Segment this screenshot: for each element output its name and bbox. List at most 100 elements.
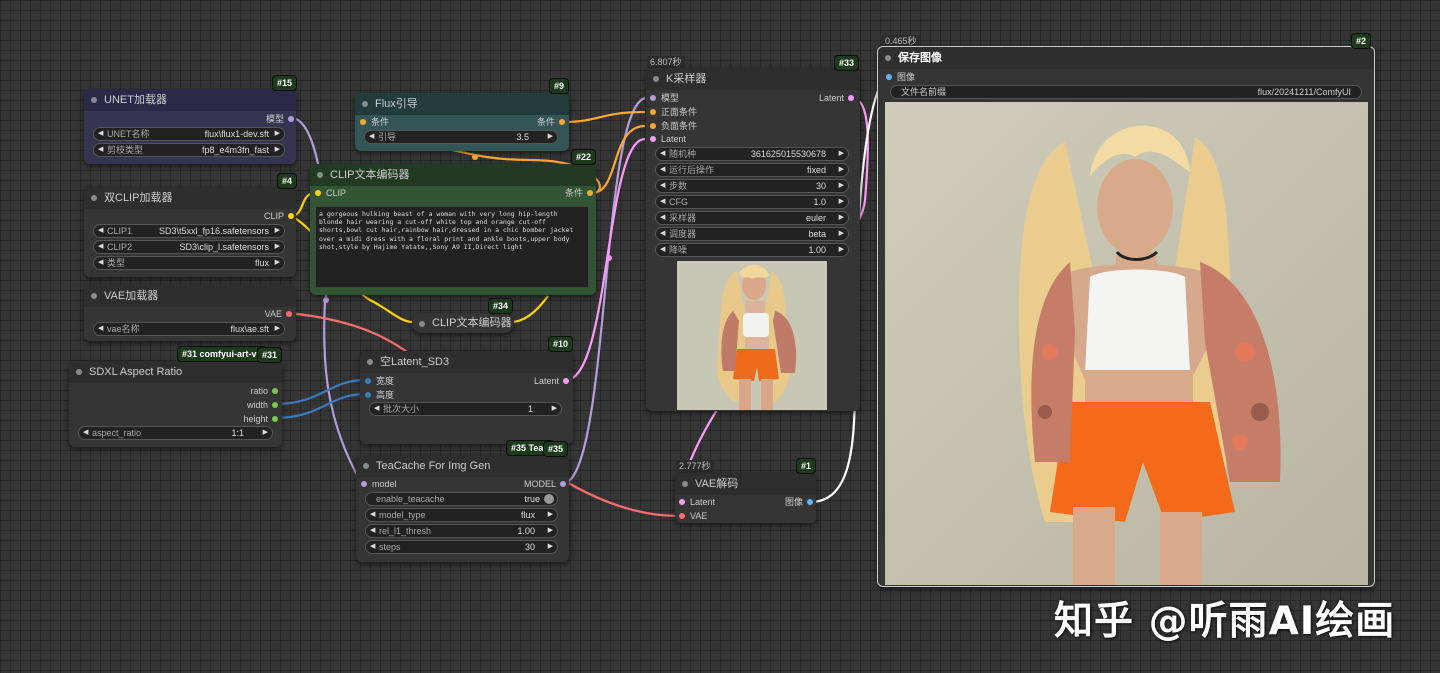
widget-unet-name[interactable]: ◀ UNET名称 flux\flux1-dev.sft ▶ (93, 127, 285, 141)
arrow-right-icon[interactable]: ▶ (275, 128, 280, 140)
widget-model-type[interactable]: ◀ model_type flux ▶ (365, 508, 558, 522)
node-unet-loader[interactable]: UNET加载器 模型 ◀ UNET名称 flux\flux1-dev.sft ▶ ◀ 剪… (84, 89, 296, 164)
port-dot[interactable] (650, 123, 656, 129)
arrow-left-icon[interactable]: ◀ (660, 228, 665, 240)
node-title[interactable]: VAE加载器 (84, 285, 296, 307)
widget-sampler[interactable]: ◀ 采样器 euler ▶ (655, 211, 849, 225)
output-ratio[interactable]: ratio (250, 384, 278, 398)
port-dot[interactable] (559, 119, 565, 125)
port-dot[interactable] (563, 378, 569, 384)
node-title[interactable]: CLIP文本编码器 (310, 164, 596, 186)
port-dot[interactable] (886, 74, 892, 80)
node-title[interactable]: 保存图像 (878, 47, 1374, 69)
input-latent[interactable]: Latent (676, 495, 715, 509)
arrow-right-icon[interactable]: ▶ (275, 323, 280, 335)
port-dot[interactable] (587, 190, 593, 196)
output-conditioning[interactable]: 条件 (537, 115, 565, 129)
node-title[interactable]: 双CLIP加载器 (84, 187, 296, 209)
output-width[interactable]: width (247, 398, 278, 412)
output-image[interactable]: 图像 (785, 495, 813, 509)
widget-cfg[interactable]: ◀ CFG 1.0 ▶ (655, 195, 849, 209)
arrow-right-icon[interactable]: ▶ (548, 131, 553, 143)
node-vae-loader[interactable]: VAE加载器 VAE ◀ vae名称 flux\ae.sft ▶ (84, 285, 296, 341)
input-negative[interactable]: 负面条件 (647, 119, 697, 133)
arrow-left-icon[interactable]: ◀ (98, 257, 103, 269)
arrow-left-icon[interactable]: ◀ (98, 144, 103, 156)
widget-clip2[interactable]: ◀ CLIP2 SD3\clip_l.safetensors ▶ (93, 240, 285, 254)
arrow-right-icon[interactable]: ▶ (552, 403, 557, 415)
widget-guidance[interactable]: ◀ 引导 3.5 ▶ (364, 130, 558, 144)
widget-control-after-generate[interactable]: ◀ 运行后操作 fixed ▶ (655, 163, 849, 177)
input-clip[interactable]: CLIP (312, 186, 346, 200)
output-model[interactable]: 模型 (266, 112, 294, 126)
input-model[interactable]: model (358, 477, 397, 491)
port-dot[interactable] (272, 416, 278, 422)
output-clip[interactable]: CLIP (264, 209, 294, 223)
arrow-left-icon[interactable]: ◀ (369, 131, 374, 143)
input-latent[interactable]: Latent (647, 132, 686, 146)
widget-seed[interactable]: ◀ 随机种 361625015530678 ▶ (655, 147, 849, 161)
port-dot[interactable] (272, 388, 278, 394)
input-conditioning[interactable]: 条件 (357, 115, 389, 129)
output-vae[interactable]: VAE (265, 307, 292, 321)
port-dot[interactable] (365, 392, 371, 398)
arrow-left-icon[interactable]: ◀ (660, 180, 665, 192)
arrow-left-icon[interactable]: ◀ (370, 509, 375, 521)
port-dot[interactable] (365, 378, 371, 384)
toggle-enable-teacache[interactable]: enable_teacache true (365, 492, 558, 506)
arrow-right-icon[interactable]: ▶ (839, 244, 844, 256)
output-image[interactable] (885, 102, 1368, 585)
arrow-left-icon[interactable]: ◀ (660, 196, 665, 208)
widget-steps[interactable]: ◀ 步数 30 ▶ (655, 179, 849, 193)
widget-denoise[interactable]: ◀ 降噪 1.00 ▶ (655, 243, 849, 257)
node-title[interactable]: SDXL Aspect Ratio (69, 361, 282, 383)
node-dual-clip-loader[interactable]: 双CLIP加载器 CLIP ◀ CLIP1 SD3\t5xxl_fp16.safet… (84, 187, 296, 277)
arrow-right-icon[interactable]: ▶ (839, 180, 844, 192)
input-positive[interactable]: 正面条件 (647, 105, 697, 119)
toggle-knob-icon[interactable] (544, 494, 554, 504)
input-image[interactable]: 图像 (883, 70, 915, 84)
port-dot[interactable] (848, 95, 854, 101)
output-latent[interactable]: Latent (819, 91, 854, 105)
arrow-left-icon[interactable]: ◀ (98, 241, 103, 253)
arrow-right-icon[interactable]: ▶ (275, 225, 280, 237)
arrow-left-icon[interactable]: ◀ (374, 403, 379, 415)
widget-steps[interactable]: ◀ steps 30 ▶ (365, 540, 558, 554)
port-dot[interactable] (650, 95, 656, 101)
node-vae-decode[interactable]: VAE解码 Latent VAE 图像 (675, 473, 816, 523)
port-dot[interactable] (288, 116, 294, 122)
arrow-right-icon[interactable]: ▶ (275, 144, 280, 156)
arrow-left-icon[interactable]: ◀ (98, 323, 103, 335)
node-title[interactable]: 空Latent_SD3 (360, 351, 573, 373)
node-title[interactable]: Flux引导 (355, 93, 569, 115)
node-save-image[interactable]: 保存图像 图像 文件名前缀 flux/20241211/ComfyUI (877, 46, 1375, 587)
port-dot[interactable] (807, 499, 813, 505)
arrow-left-icon[interactable]: ◀ (660, 164, 665, 176)
port-dot[interactable] (272, 402, 278, 408)
prompt-textarea[interactable]: a gorgeous hulking beast of a woman with… (315, 206, 589, 288)
arrow-right-icon[interactable]: ▶ (548, 525, 553, 537)
arrow-right-icon[interactable]: ▶ (839, 164, 844, 176)
arrow-right-icon[interactable]: ▶ (548, 541, 553, 553)
arrow-right-icon[interactable]: ▶ (839, 228, 844, 240)
arrow-left-icon[interactable]: ◀ (370, 525, 375, 537)
output-model[interactable]: MODEL (524, 477, 566, 491)
port-dot[interactable] (650, 136, 656, 142)
arrow-right-icon[interactable]: ▶ (275, 257, 280, 269)
widget-rel-l1-thresh[interactable]: ◀ rel_l1_thresh 1.00 ▶ (365, 524, 558, 538)
node-ksampler[interactable]: K采样器 模型 正面条件 负面条件 Latent Latent ◀ 随机种 3616… (646, 68, 860, 411)
widget-vae-name[interactable]: ◀ vae名称 flux\ae.sft ▶ (93, 322, 285, 336)
output-conditioning[interactable]: 条件 (565, 186, 593, 200)
widget-type[interactable]: ◀ 类型 flux ▶ (93, 256, 285, 270)
arrow-right-icon[interactable]: ▶ (839, 148, 844, 160)
widget-scheduler[interactable]: ◀ 调度器 beta ▶ (655, 227, 849, 241)
arrow-left-icon[interactable]: ◀ (98, 128, 103, 140)
arrow-right-icon[interactable]: ▶ (275, 241, 280, 253)
arrow-right-icon[interactable]: ▶ (263, 427, 268, 439)
arrow-left-icon[interactable]: ◀ (660, 148, 665, 160)
port-dot[interactable] (361, 481, 367, 487)
node-title[interactable]: UNET加载器 (84, 89, 296, 111)
node-clip-text-encode-collapsed[interactable]: CLIP文本编码器 (412, 313, 514, 333)
port-dot[interactable] (360, 119, 366, 125)
port-dot[interactable] (286, 311, 292, 317)
